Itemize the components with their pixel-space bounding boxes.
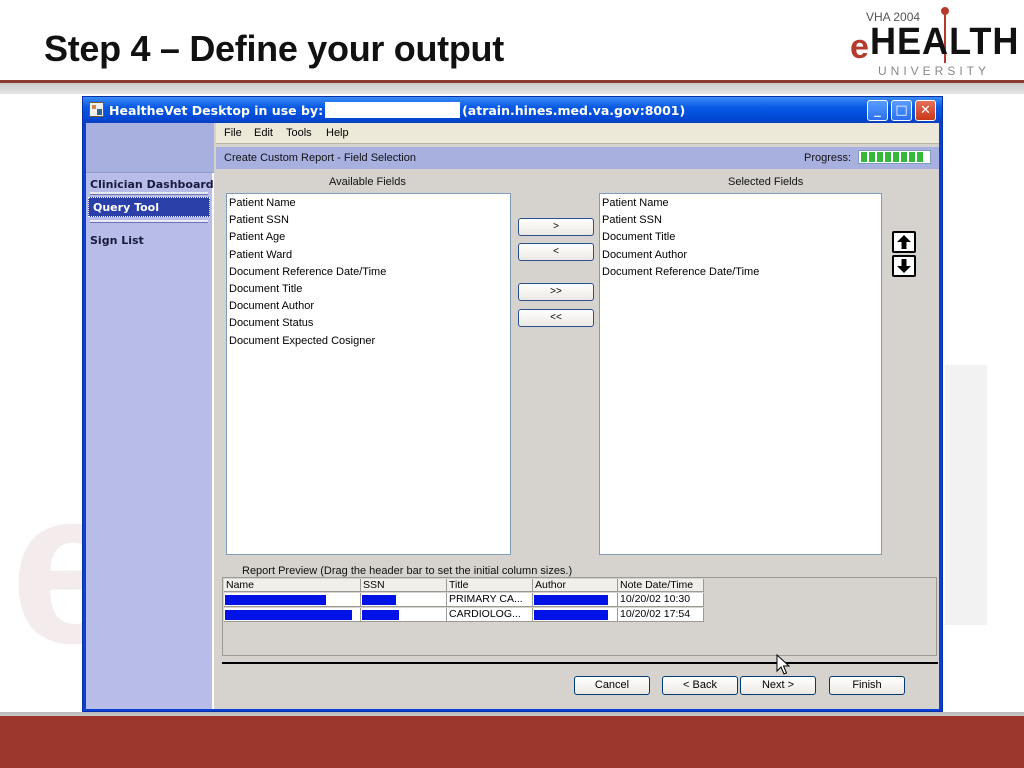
column-header-ssn[interactable]: SSN xyxy=(361,579,447,592)
main-panel: File Edit Tools Help Create Custom Repor… xyxy=(216,123,939,709)
sidebar-item-sign-list[interactable]: Sign List xyxy=(90,234,144,247)
list-item[interactable]: Document Title xyxy=(600,228,881,245)
column-header-title[interactable]: Title xyxy=(447,579,533,592)
arrow-up-icon xyxy=(897,235,911,249)
move-down-button[interactable] xyxy=(892,255,916,277)
cell-author xyxy=(533,608,618,622)
cell-ssn xyxy=(361,593,447,607)
mouse-cursor-icon xyxy=(776,654,791,675)
window-title-suffix: (atrain.hines.med.va.gov:8001) xyxy=(462,103,686,118)
column-header-name[interactable]: Name xyxy=(224,579,361,592)
maximize-button[interactable]: □ xyxy=(891,100,912,121)
sidebar-item-query-tool[interactable]: Query Tool xyxy=(88,197,210,217)
remove-field-button[interactable]: < xyxy=(518,243,594,261)
column-header-author[interactable]: Author xyxy=(533,579,618,592)
sidebar-header xyxy=(86,123,214,173)
watermark-bar xyxy=(945,365,987,625)
selected-fields-list[interactable]: Patient Name Patient SSN Document Title … xyxy=(599,193,882,555)
button-separator xyxy=(222,662,938,664)
menu-edit[interactable]: Edit xyxy=(254,127,273,139)
sidebar-divider xyxy=(90,220,208,223)
list-item[interactable]: Document Author xyxy=(227,297,510,314)
list-item[interactable]: Document Reference Date/Time xyxy=(227,263,510,280)
redacted-user-box xyxy=(325,102,461,118)
back-button[interactable]: < Back xyxy=(662,676,738,695)
add-all-fields-button[interactable]: >> xyxy=(518,283,594,301)
list-item[interactable]: Document Expected Cosigner xyxy=(227,332,510,349)
column-header-note-date[interactable]: Note Date/Time xyxy=(618,579,704,592)
finish-button[interactable]: Finish xyxy=(829,676,905,695)
window-title-prefix: HealtheVet Desktop in use by: xyxy=(109,103,324,118)
window-client-area: Clinician Dashboard Query Tool Sign List… xyxy=(86,123,939,709)
redacted-value xyxy=(534,610,608,620)
next-button[interactable]: Next > xyxy=(740,676,816,695)
cancel-button[interactable]: Cancel xyxy=(574,676,650,695)
logo-university-text: UNIVERSITY xyxy=(878,64,991,78)
slide-title: Step 4 – Define your output xyxy=(44,28,504,69)
list-item[interactable]: Patient SSN xyxy=(600,211,881,228)
cell-note-date: 10/20/02 10:30 xyxy=(618,593,704,607)
window-titlebar[interactable]: HealtheVet Desktop in use by: (atrain.hin… xyxy=(83,97,942,123)
add-field-button[interactable]: > xyxy=(518,218,594,236)
top-band xyxy=(0,80,1024,94)
redacted-value xyxy=(225,595,326,605)
app-window: HealtheVet Desktop in use by: (atrain.hin… xyxy=(82,96,943,712)
sidebar: Clinician Dashboard Query Tool Sign List xyxy=(86,123,214,709)
list-item[interactable]: Document Title xyxy=(227,280,510,297)
bottom-band xyxy=(0,712,1024,768)
menu-file[interactable]: File xyxy=(224,127,242,139)
cell-title: CARDIOLOG... xyxy=(447,608,533,622)
redacted-value xyxy=(362,610,399,620)
list-item[interactable]: Patient Name xyxy=(227,194,510,211)
window-title: HealtheVet Desktop in use by: (atrain.hin… xyxy=(109,102,685,118)
list-item[interactable]: Document Reference Date/Time xyxy=(600,263,881,280)
menu-help[interactable]: Help xyxy=(326,127,349,139)
redacted-value xyxy=(362,595,396,605)
list-item[interactable]: Patient Name xyxy=(600,194,881,211)
available-fields-label: Available Fields xyxy=(329,176,406,188)
progress-fill xyxy=(861,152,925,162)
cell-note-date: 10/20/02 17:54 xyxy=(618,608,704,622)
close-button[interactable]: ✕ xyxy=(915,100,936,121)
sidebar-item-clinician-dashboard[interactable]: Clinician Dashboard xyxy=(90,178,214,191)
cell-title: PRIMARY CA... xyxy=(447,593,533,607)
list-item[interactable]: Patient Ward xyxy=(227,246,510,263)
list-item[interactable]: Patient Age xyxy=(227,228,510,245)
progress-label: Progress: xyxy=(804,152,852,164)
list-item[interactable]: Document Author xyxy=(600,246,881,263)
list-item[interactable]: Document Status xyxy=(227,314,510,331)
cell-name xyxy=(224,608,361,622)
wizard-step-title: Create Custom Report - Field Selection xyxy=(224,152,416,164)
list-item[interactable]: Patient SSN xyxy=(227,211,510,228)
menu-bar: File Edit Tools Help xyxy=(216,123,939,144)
available-fields-list[interactable]: Patient Name Patient SSN Patient Age Pat… xyxy=(226,193,511,555)
cell-author xyxy=(533,593,618,607)
cell-ssn xyxy=(361,608,447,622)
ehealth-university-logo: VHA 2004 e HEALTH UNIVERSITY xyxy=(850,6,1018,80)
wizard-header: Create Custom Report - Field Selection P… xyxy=(216,147,939,169)
cell-name xyxy=(224,593,361,607)
progress-bar xyxy=(858,150,931,164)
redacted-value xyxy=(225,610,352,620)
report-preview-label: Report Preview (Drag the header bar to s… xyxy=(242,565,573,577)
arrow-down-icon xyxy=(897,259,911,273)
move-up-button[interactable] xyxy=(892,231,916,253)
logo-e: e xyxy=(850,28,869,66)
logo-health-text: HEALTH xyxy=(870,21,1020,63)
sidebar-divider xyxy=(90,192,208,195)
report-preview-panel: Name SSN Title Author Note Date/Time PRI… xyxy=(222,577,937,656)
minimize-button[interactable]: _ xyxy=(867,100,888,121)
remove-all-fields-button[interactable]: << xyxy=(518,309,594,327)
app-icon xyxy=(89,102,104,117)
redacted-value xyxy=(534,595,608,605)
menu-tools[interactable]: Tools xyxy=(286,127,312,139)
selected-fields-label: Selected Fields xyxy=(728,176,804,188)
